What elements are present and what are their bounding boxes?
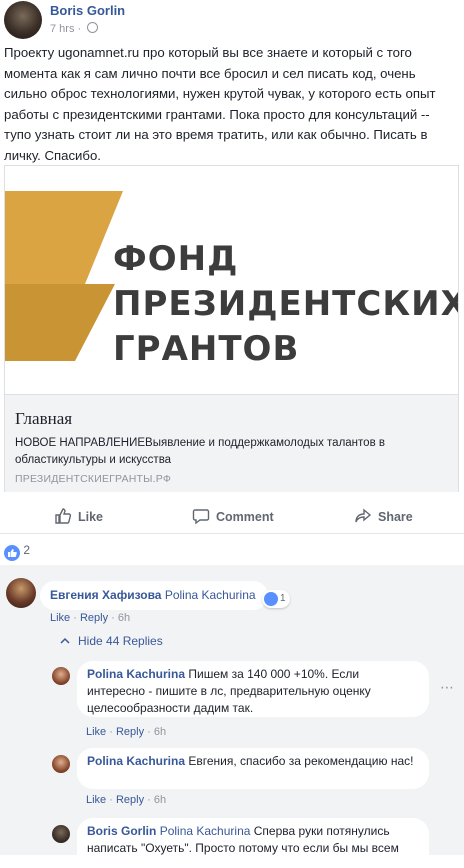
reply-avatar[interactable]	[52, 825, 70, 843]
hide-replies-link[interactable]: Hide 44 Replies	[60, 634, 163, 648]
separator-dot: ·	[77, 23, 82, 35]
hide-replies-label[interactable]: Hide 44 Replies	[78, 634, 163, 648]
link-domain: ПРЕЗИДЕНТСКИЕГРАНТЫ.РФ	[15, 473, 172, 485]
reply-like-link[interactable]: Like	[86, 794, 106, 806]
share-button[interactable]: Share	[354, 507, 413, 525]
post-header: Boris Gorlin 7 hrs ·	[0, 0, 464, 40]
reply-tag[interactable]: Polina Kachurina	[160, 824, 251, 838]
reaction-summary[interactable]: 2	[4, 543, 30, 561]
share-icon	[355, 508, 372, 523]
reply-meta: Like · Reply · 6h	[86, 726, 167, 738]
comment-icon	[192, 509, 210, 525]
chevron-up-icon	[60, 637, 70, 644]
like-button[interactable]: Like	[54, 507, 103, 525]
comment-meta: Like · Reply · 6h	[50, 612, 131, 624]
comment-avatar[interactable]	[6, 578, 36, 608]
globe-icon	[87, 22, 99, 33]
reply-like-link[interactable]: Like	[86, 726, 106, 738]
reply-time[interactable]: 6h	[154, 726, 166, 738]
comment-bubble: Евгения Хафизова Polina Kachurina	[40, 581, 268, 610]
reply-author[interactable]: Polina Kachurina	[87, 667, 185, 681]
comment-author[interactable]: Евгения Хафизова	[50, 588, 161, 602]
reply-reply-link[interactable]: Reply	[116, 726, 144, 738]
reply-bubble: Boris Gorlin Polina Kachurina Сперва рук…	[77, 818, 429, 868]
logo-line-2: ПРЕЗИДЕНТСКИХ	[113, 284, 458, 324]
comment-reaction[interactable]: 1	[262, 590, 290, 608]
comment-label[interactable]: Comment	[216, 510, 274, 524]
action-bar: Like Comment Share	[0, 497, 464, 534]
reply-time[interactable]: 6h	[154, 794, 166, 806]
link-image[interactable]: ФОНД ПРЕЗИДЕНТСКИХ ГРАНТОВ	[5, 166, 458, 394]
logo-line-1: ФОНД	[113, 239, 239, 279]
logo-line-3: ГРАНТОВ	[113, 329, 300, 369]
more-options-icon[interactable]: ⋯	[440, 679, 454, 696]
reply-avatar[interactable]	[52, 755, 70, 773]
like-reaction-icon	[4, 545, 20, 561]
link-meta[interactable]: Главная НОВОЕ НАПРАВЛЕНИЕВыявление и под…	[5, 394, 458, 492]
comment-like-link[interactable]: Like	[50, 612, 70, 624]
reaction-count[interactable]: 2	[23, 543, 30, 557]
share-label[interactable]: Share	[378, 510, 413, 524]
reply-author[interactable]: Boris Gorlin	[87, 824, 156, 838]
thumbs-up-icon	[55, 508, 72, 524]
comment-reaction-count: 1	[280, 593, 286, 604]
post-time-text[interactable]: 7 hrs	[50, 23, 74, 35]
post-author[interactable]: Boris Gorlin	[50, 3, 125, 18]
post-text: Проекту ugonamnet.ru про который вы все …	[4, 45, 436, 163]
link-description: НОВОЕ НАПРАВЛЕНИЕВыявление и поддержкамо…	[15, 437, 385, 466]
comments-section: Евгения Хафизова Polina Kachurina 1 Like…	[0, 565, 464, 868]
link-title[interactable]: Главная	[15, 409, 72, 429]
like-reaction-icon	[264, 592, 278, 606]
reply-meta: Like · Reply · 6h	[86, 794, 167, 806]
comment-time[interactable]: 6h	[118, 612, 130, 624]
like-label[interactable]: Like	[78, 510, 103, 524]
post-time[interactable]: 7 hrs ·	[50, 22, 99, 35]
reply-avatar[interactable]	[52, 667, 70, 685]
link-preview[interactable]: ФОНД ПРЕЗИДЕНТСКИХ ГРАНТОВ Главная НОВОЕ…	[4, 165, 459, 492]
comment-button[interactable]: Comment	[192, 507, 274, 525]
reply-text: Евгения, спасибо за рекомендацию нас!	[188, 754, 414, 768]
reply-reply-link[interactable]: Reply	[116, 794, 144, 806]
reply-bubble: Polina Kachurina Евгения, спасибо за рек…	[77, 748, 429, 789]
reply-bubble: Polina Kachurina Пишем за 140 000 +10%. …	[77, 661, 429, 717]
comment-reply-link[interactable]: Reply	[80, 612, 108, 624]
author-avatar[interactable]	[4, 1, 42, 39]
comment-tag[interactable]: Polina Kachurina	[165, 588, 256, 602]
reply-author[interactable]: Polina Kachurina	[87, 754, 185, 768]
